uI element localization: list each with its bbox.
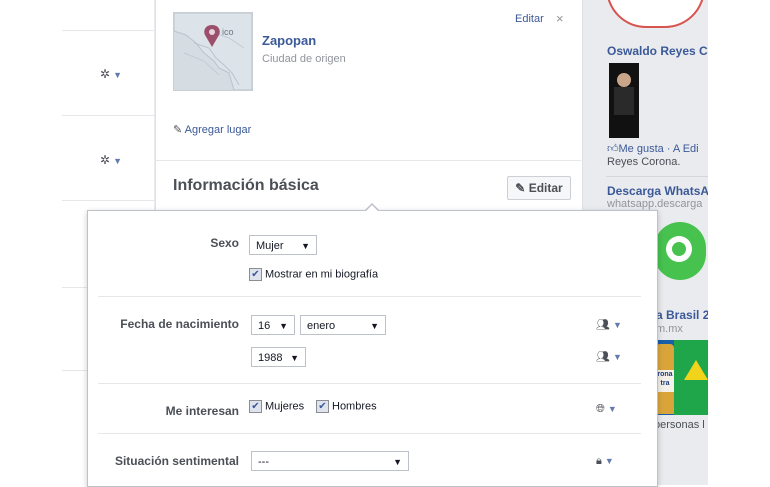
map-label: ico [222,27,234,37]
relationship-label: Situación sentimental [114,454,239,468]
sex-value: Mujer [256,240,284,252]
interest-men-label: Hombres [332,400,377,413]
divider [62,115,154,116]
checkbox-checked-icon[interactable]: ✔ [316,400,329,413]
chevron-down-icon: ▼ [370,321,379,331]
chevron-down-icon: ▼ [301,241,310,251]
checkbox-checked-icon[interactable]: ✔ [249,400,262,413]
chevron-down-icon: ▼ [612,320,622,330]
globe-icon: 🌐︎ [596,403,605,415]
ad-image-beer[interactable]: rona tra [654,340,708,415]
like-icon: 👍︎ [607,143,619,155]
ad-title-whatsapp[interactable]: Descarga WhatsA [607,184,708,198]
add-place-label: Agregar lugar [184,124,252,136]
sex-select[interactable]: Mujer ▼ [249,235,317,255]
month-select[interactable]: enero ▼ [300,315,386,335]
city-type: Ciudad de origen [262,53,346,65]
edit-basic-info-button[interactable]: ✎ Editar [507,176,571,200]
ad-title-brasil[interactable]: a Brasil 2 [656,308,708,322]
checkbox-checked-icon[interactable]: ✔ [249,268,262,281]
chevron-down-icon: ▼ [279,321,288,331]
ad-name: Reyes Corona. [607,156,681,168]
year-value: 1988 [258,352,283,364]
relationship-privacy-selector[interactable]: 🔒︎ ▼ [596,455,614,468]
interest-label: Me interesan [165,404,239,418]
ad-photo[interactable] [609,63,639,138]
settings-menu-1[interactable]: ✲ ▼ [100,67,122,81]
interest-men[interactable]: ✔ Hombres [316,400,377,413]
divider [98,433,641,434]
settings-menu-2[interactable]: ✲ ▼ [100,153,122,167]
chevron-down-icon: ▼ [113,156,122,166]
left-blank [0,0,62,485]
basic-info-editor: Sexo Mujer ▼ ✔ Mostrar en mi biografía Fe… [87,210,658,487]
ad-title-oswaldo[interactable]: Oswaldo Reyes C [607,44,708,58]
pencil-icon: ✎ [515,181,526,195]
divider [155,160,581,161]
chevron-down-icon: ▼ [290,353,299,363]
edit-location-link[interactable]: Editar [515,13,544,25]
chevron-down-icon: ▼ [612,352,622,362]
divider [606,176,708,177]
gear-icon: ✲ [100,153,111,167]
whatsapp-logo-icon[interactable] [654,222,706,280]
ad-image-top [606,0,705,28]
month-value: enero [307,320,336,332]
section-title: Información básica [173,177,319,194]
divider [62,200,154,201]
divider [62,30,154,31]
relationship-select[interactable]: --- ▼ [251,451,409,471]
chevron-down-icon: ▼ [113,70,122,80]
pencil-icon: ✎ [173,124,183,136]
friends-icon: 👥︎ [596,351,610,363]
city-name[interactable]: Zapopan [262,33,316,48]
chevron-down-icon: ▼ [607,404,617,414]
interest-privacy-selector[interactable]: 🌐︎ ▼ [596,403,617,416]
ad-likes[interactable]: 👍︎Me gusta · A Edi [607,142,699,155]
sex-label: Sexo [210,236,239,250]
friends-icon: 👥︎ [596,319,610,331]
divider [98,296,641,297]
lock-icon: 🔒︎ [596,455,602,467]
show-in-biography[interactable]: ✔ Mostrar en mi biografía [249,268,378,281]
interest-women-label: Mujeres [265,400,305,413]
add-place-link[interactable]: ✎ Agregar lugar [173,123,251,136]
chevron-down-icon: ▼ [393,457,402,467]
relationship-value: --- [258,456,269,468]
dob-label: Fecha de nacimiento [120,317,239,331]
interest-women[interactable]: ✔ Mujeres [249,400,304,413]
map-thumbnail[interactable]: ico [173,12,253,91]
year-select[interactable]: 1988 ▼ [251,347,306,367]
popover-arrow-inner [365,205,379,212]
edit-button-label: Editar [528,181,563,195]
gear-icon: ✲ [100,67,111,81]
chevron-down-icon: ▼ [604,456,614,466]
ad-people: personas l [654,419,705,431]
beer-label-2: tra [660,380,670,387]
ad-url-brasil: m.mx [656,323,683,335]
day-select[interactable]: 16 ▼ [251,315,295,335]
day-value: 16 [258,320,271,332]
divider [98,383,641,384]
ad-url-whatsapp: whatsapp.descarga [607,198,703,210]
close-icon[interactable]: × [556,11,564,26]
right-blank [708,0,770,485]
show-bio-label: Mostrar en mi biografía [265,268,379,281]
dob-privacy-selector[interactable]: 👥︎ ▼ [596,318,622,331]
year-privacy-selector[interactable]: 👥︎ ▼ [596,350,622,363]
beer-label-1: rona [657,371,673,378]
